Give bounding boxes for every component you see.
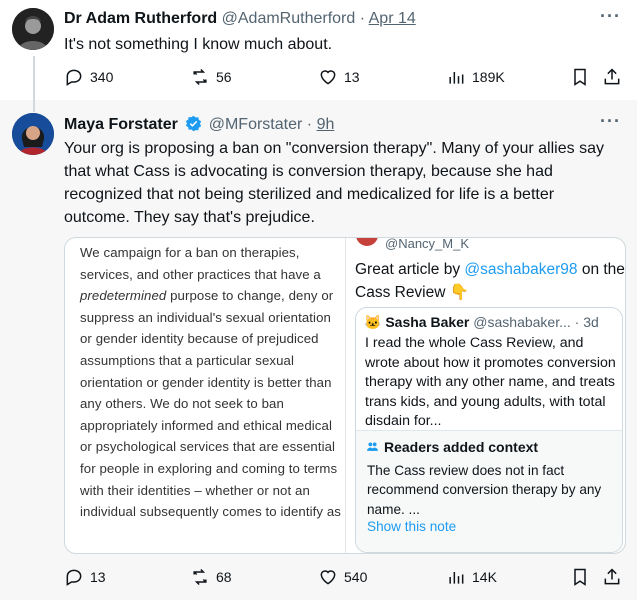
more-options-icon[interactable]: ···	[600, 111, 621, 132]
tweet-actions: 13 68 540 14K	[64, 567, 624, 591]
bookmark-button[interactable]	[570, 67, 596, 87]
thread-line	[33, 100, 35, 112]
inner-date: 3d	[583, 314, 599, 330]
thread-line	[33, 56, 35, 100]
reply-button[interactable]: 340	[64, 67, 113, 87]
views-button[interactable]: 14K	[446, 567, 497, 587]
share-icon	[604, 68, 620, 85]
divider	[345, 238, 346, 553]
avatar-portrait-icon	[12, 8, 54, 50]
author-name[interactable]: Dr Adam Rutherford	[64, 10, 217, 27]
avatar-emoji-icon: 🐱	[364, 314, 382, 330]
share-button[interactable]	[602, 67, 628, 87]
like-count: 13	[344, 69, 360, 85]
retweet-icon	[193, 68, 207, 86]
quoted-statement-text: We campaign for a ban on therapies, serv…	[80, 242, 342, 523]
author-name[interactable]: Maya Forstater	[64, 116, 178, 133]
mention-link: @sashabaker98	[464, 261, 578, 278]
author-handle[interactable]: @MForstater	[209, 116, 303, 133]
avatar[interactable]	[12, 8, 54, 50]
reply-count: 340	[90, 69, 114, 85]
share-icon	[604, 568, 620, 585]
separator: ·	[574, 314, 580, 330]
tweet-adam-rutherford[interactable]: Dr Adam Rutherford @AdamRutherford · Apr…	[0, 0, 637, 100]
tweet-maya-forstater[interactable]: Maya Forstater @MForstater · 9h ··· Your…	[0, 100, 637, 600]
nested-text-part: Great article by	[355, 261, 465, 278]
reply-icon	[66, 569, 82, 586]
nested-handle-text: @Nancy_M_K	[385, 237, 470, 251]
retweet-count: 56	[216, 69, 232, 85]
nested-tweet-text: Great article by @sashabaker98 on the Ca…	[355, 258, 625, 304]
views-chart-icon	[449, 72, 464, 84]
inner-author-name: Sasha Baker	[385, 314, 470, 330]
nested-handle: @Nancy_M_K	[385, 237, 470, 251]
like-button[interactable]: 13	[318, 67, 360, 87]
views-count: 189K	[472, 69, 505, 85]
avatar-portrait-icon	[12, 113, 54, 155]
views-chart-icon	[449, 572, 464, 584]
inner-tweet-text: I read the whole Cass Review, and wrote …	[365, 335, 616, 430]
people-icon	[367, 442, 378, 451]
tweet-text: Your org is proposing a ban on "conversi…	[64, 140, 604, 226]
retweet-button[interactable]: 56	[190, 67, 232, 87]
context-title: Readers added context	[366, 439, 538, 455]
show-note-link: Show this note	[367, 519, 457, 534]
statement-emphasis: predetermined	[80, 288, 167, 304]
quote-image-card[interactable]: We campaign for a ban on therapies, serv…	[64, 237, 626, 554]
retweet-count: 68	[216, 569, 232, 585]
bookmark-icon	[574, 68, 586, 86]
context-text: The Cass review does not in fact recomme…	[367, 463, 602, 517]
heart-icon	[320, 70, 336, 85]
separator: ·	[306, 116, 313, 133]
like-button[interactable]: 540	[318, 567, 367, 587]
statement-part: We campaign for a ban on therapies, serv…	[80, 245, 321, 282]
heart-icon	[320, 570, 336, 585]
share-button[interactable]	[602, 567, 628, 587]
like-count: 540	[344, 569, 368, 585]
reply-count: 13	[90, 569, 106, 585]
bookmark-icon	[574, 568, 586, 586]
avatar[interactable]	[12, 113, 54, 155]
retweet-icon	[193, 568, 207, 586]
avatar	[356, 238, 378, 246]
tweet-header: Maya Forstater @MForstater · 9h	[64, 115, 334, 134]
tweet-header: Dr Adam Rutherford @AdamRutherford · Apr…	[64, 10, 416, 28]
inner-author-handle: @sashabaker...	[473, 314, 571, 330]
inner-tweet-header: 🐱 Sasha Baker @sashabaker... · 3d	[364, 314, 599, 331]
views-count: 14K	[472, 569, 497, 585]
reply-button[interactable]: 13	[64, 567, 106, 587]
tweet-actions: 340 56 13 189K	[64, 67, 624, 91]
community-note: Readers added context The Cass review do…	[356, 430, 622, 552]
reply-icon	[66, 69, 82, 86]
statement-part: purpose to change, deny or suppress an i…	[80, 288, 341, 520]
context-title-text: Readers added context	[384, 439, 539, 455]
tweet-date[interactable]: Apr 14	[369, 10, 416, 27]
tweet-text: It's not something I know much about.	[64, 36, 333, 53]
more-options-icon[interactable]: ···	[600, 6, 621, 27]
views-button[interactable]: 189K	[446, 67, 505, 87]
separator: ·	[359, 10, 366, 27]
bookmark-button[interactable]	[570, 567, 596, 587]
tweet-date[interactable]: 9h	[317, 116, 335, 133]
quoted-tweet-screenshot: @Nancy_M_K Great article by @sashabaker9…	[347, 237, 625, 553]
retweet-button[interactable]: 68	[190, 567, 232, 587]
verified-badge-icon	[186, 115, 202, 132]
author-handle[interactable]: @AdamRutherford	[222, 10, 356, 27]
inner-quoted-tweet: 🐱 Sasha Baker @sashabaker... · 3d I read…	[355, 307, 623, 553]
